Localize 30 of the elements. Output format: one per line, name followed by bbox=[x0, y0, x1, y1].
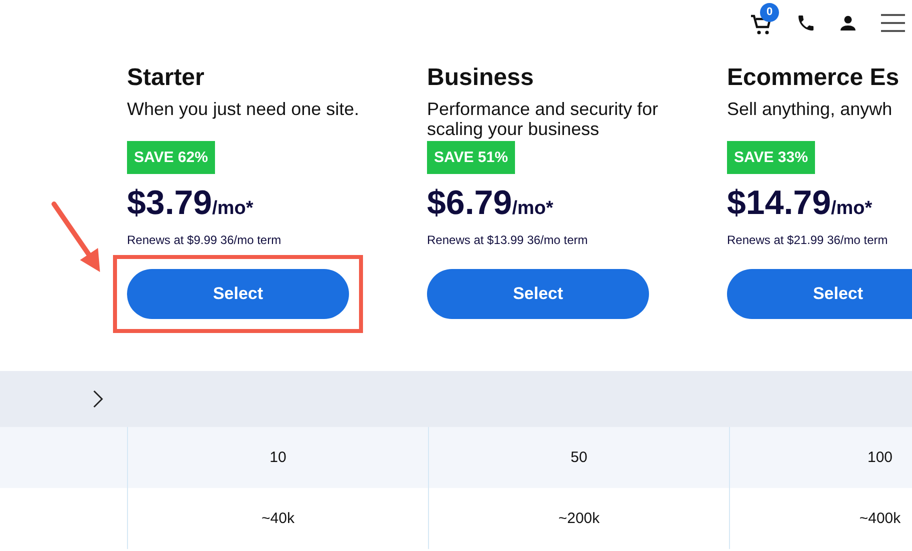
renewal-note: Renews at $21.99 36/mo term bbox=[727, 233, 889, 247]
price-unit: /mo* bbox=[831, 198, 872, 219]
renewal-note: Renews at $9.99 36/mo term bbox=[127, 233, 282, 247]
table-cell: 100 bbox=[867, 449, 893, 466]
discount-badge: SAVE 62% bbox=[127, 141, 215, 174]
renewal-note: Renews at $13.99 36/mo term bbox=[427, 233, 589, 247]
select-button[interactable]: Select bbox=[127, 269, 349, 319]
cart-count-badge: 0 bbox=[760, 2, 779, 22]
price-unit: /mo* bbox=[512, 198, 554, 219]
price: $3.79 bbox=[127, 184, 212, 222]
table-cell: 10 bbox=[270, 449, 286, 466]
table-cell: ~40k bbox=[262, 510, 294, 527]
phone-icon[interactable] bbox=[796, 12, 816, 32]
discount-badge: SAVE 51% bbox=[427, 141, 515, 174]
price: $14.79 bbox=[727, 184, 831, 222]
plan-name: Business bbox=[427, 64, 535, 92]
price-unit: /mo* bbox=[212, 198, 254, 219]
plan-name: Starter bbox=[127, 64, 206, 92]
select-button[interactable]: Select bbox=[727, 269, 912, 319]
plan-tagline: Performance and security for scaling your business bbox=[427, 99, 660, 137]
plan-tagline: When you just need one site. bbox=[127, 99, 360, 121]
table-cell: ~200k bbox=[558, 510, 600, 527]
plan-name: Ecommerce Es bbox=[727, 64, 900, 92]
table-cell: 50 bbox=[570, 449, 588, 466]
menu-icon[interactable] bbox=[880, 12, 906, 32]
plan-tagline: Sell anything, anywh bbox=[727, 99, 894, 121]
table-cell: ~400k bbox=[859, 510, 901, 527]
discount-badge: SAVE 33% bbox=[727, 141, 815, 174]
select-button[interactable]: Select bbox=[427, 269, 649, 319]
price: $6.79 bbox=[427, 184, 512, 222]
